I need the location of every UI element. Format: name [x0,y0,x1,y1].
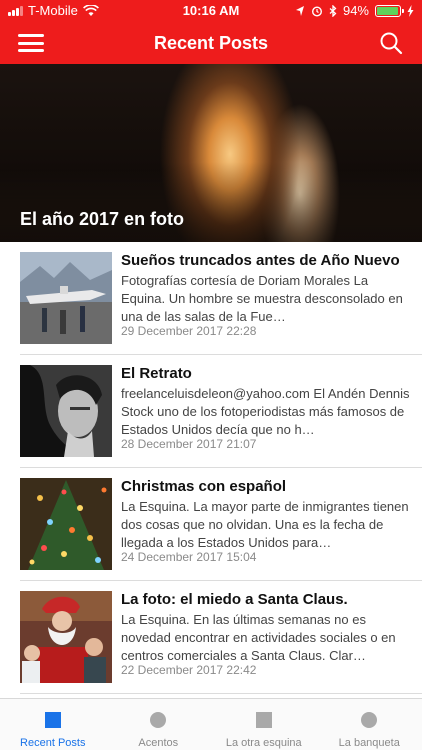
square-icon [255,712,272,728]
post-excerpt: La Esquina. La mayor parte de inmigrante… [121,499,409,550]
post-thumbnail [20,365,112,457]
list-item[interactable]: La foto: el miedo a Santa Claus. La Esqu… [20,581,422,694]
battery-icon [375,4,404,17]
post-thumbnail [20,591,112,683]
post-body: El Retrato freelanceluisdeleon@yahoo.com… [121,365,414,439]
tab-label: Recent Posts [20,737,86,749]
post-title: Sueños truncados antes de Año Nuevo [121,252,400,269]
post-thumbnail [20,478,112,570]
bluetooth-icon [329,4,337,17]
battery-percent: 94% [342,3,369,18]
circle-icon [150,712,167,728]
tab-recent-posts[interactable]: Recent Posts [0,699,106,750]
tab-label: La banqueta [338,737,400,749]
featured-post[interactable]: El año 2017 en foto [0,64,422,242]
post-date: 28 December 2017 21:07 [121,437,257,451]
page-title: Recent Posts [153,33,269,53]
status-right: 94% [295,3,414,18]
location-icon [295,5,304,16]
post-date: 22 December 2017 22:42 [121,663,257,677]
search-icon[interactable] [378,30,404,56]
nav-bar: Recent Posts [0,22,422,64]
post-date: 24 December 2017 15:04 [121,550,257,564]
square-icon [44,712,61,728]
list-item[interactable]: El Retrato freelanceluisdeleon@yahoo.com… [20,355,422,468]
app-header: T-Mobile 10:16 AM 94% Recent Posts [0,0,422,64]
tab-label: Acentos [138,737,179,749]
list-item[interactable]: Christmas con español La Esquina. La may… [20,468,422,581]
post-body: Christmas con español La Esquina. La may… [121,478,414,552]
post-body: Sueños truncados antes de Año Nuevo Foto… [121,252,414,326]
post-title: Christmas con español [121,478,287,495]
list-item[interactable]: Sueños truncados antes de Año Nuevo Foto… [20,242,422,355]
circle-icon [361,712,378,728]
post-thumbnail [20,252,112,344]
post-excerpt: La Esquina. En las últimas semanas no es… [121,612,396,663]
status-bar: T-Mobile 10:16 AM 94% [0,0,422,22]
post-title: La foto: el miedo a Santa Claus. [121,591,348,608]
featured-title: El año 2017 en foto [20,209,185,229]
alarm-icon [311,5,322,17]
post-body: La foto: el miedo a Santa Claus. La Esqu… [121,591,414,665]
tab-acentos[interactable]: Acentos [106,699,212,750]
post-excerpt: freelanceluisdeleon@yahoo.com El Andén D… [121,386,410,437]
tab-la-otra-esquina[interactable]: La otra esquina [211,699,317,750]
post-excerpt: Fotografías cortesía de Doriam Morales L… [121,273,403,324]
tab-la-banqueta[interactable]: La banqueta [317,699,422,750]
post-list: Sueños truncados antes de Año Nuevo Foto… [0,242,422,694]
post-title: El Retrato [121,365,192,382]
featured-overlay [0,162,422,242]
tab-label: La otra esquina [225,737,302,749]
tab-bar: Recent Posts Acentos La otra esquina La … [0,698,422,750]
charging-icon [407,4,414,17]
post-date: 29 December 2017 22:28 [121,324,257,338]
